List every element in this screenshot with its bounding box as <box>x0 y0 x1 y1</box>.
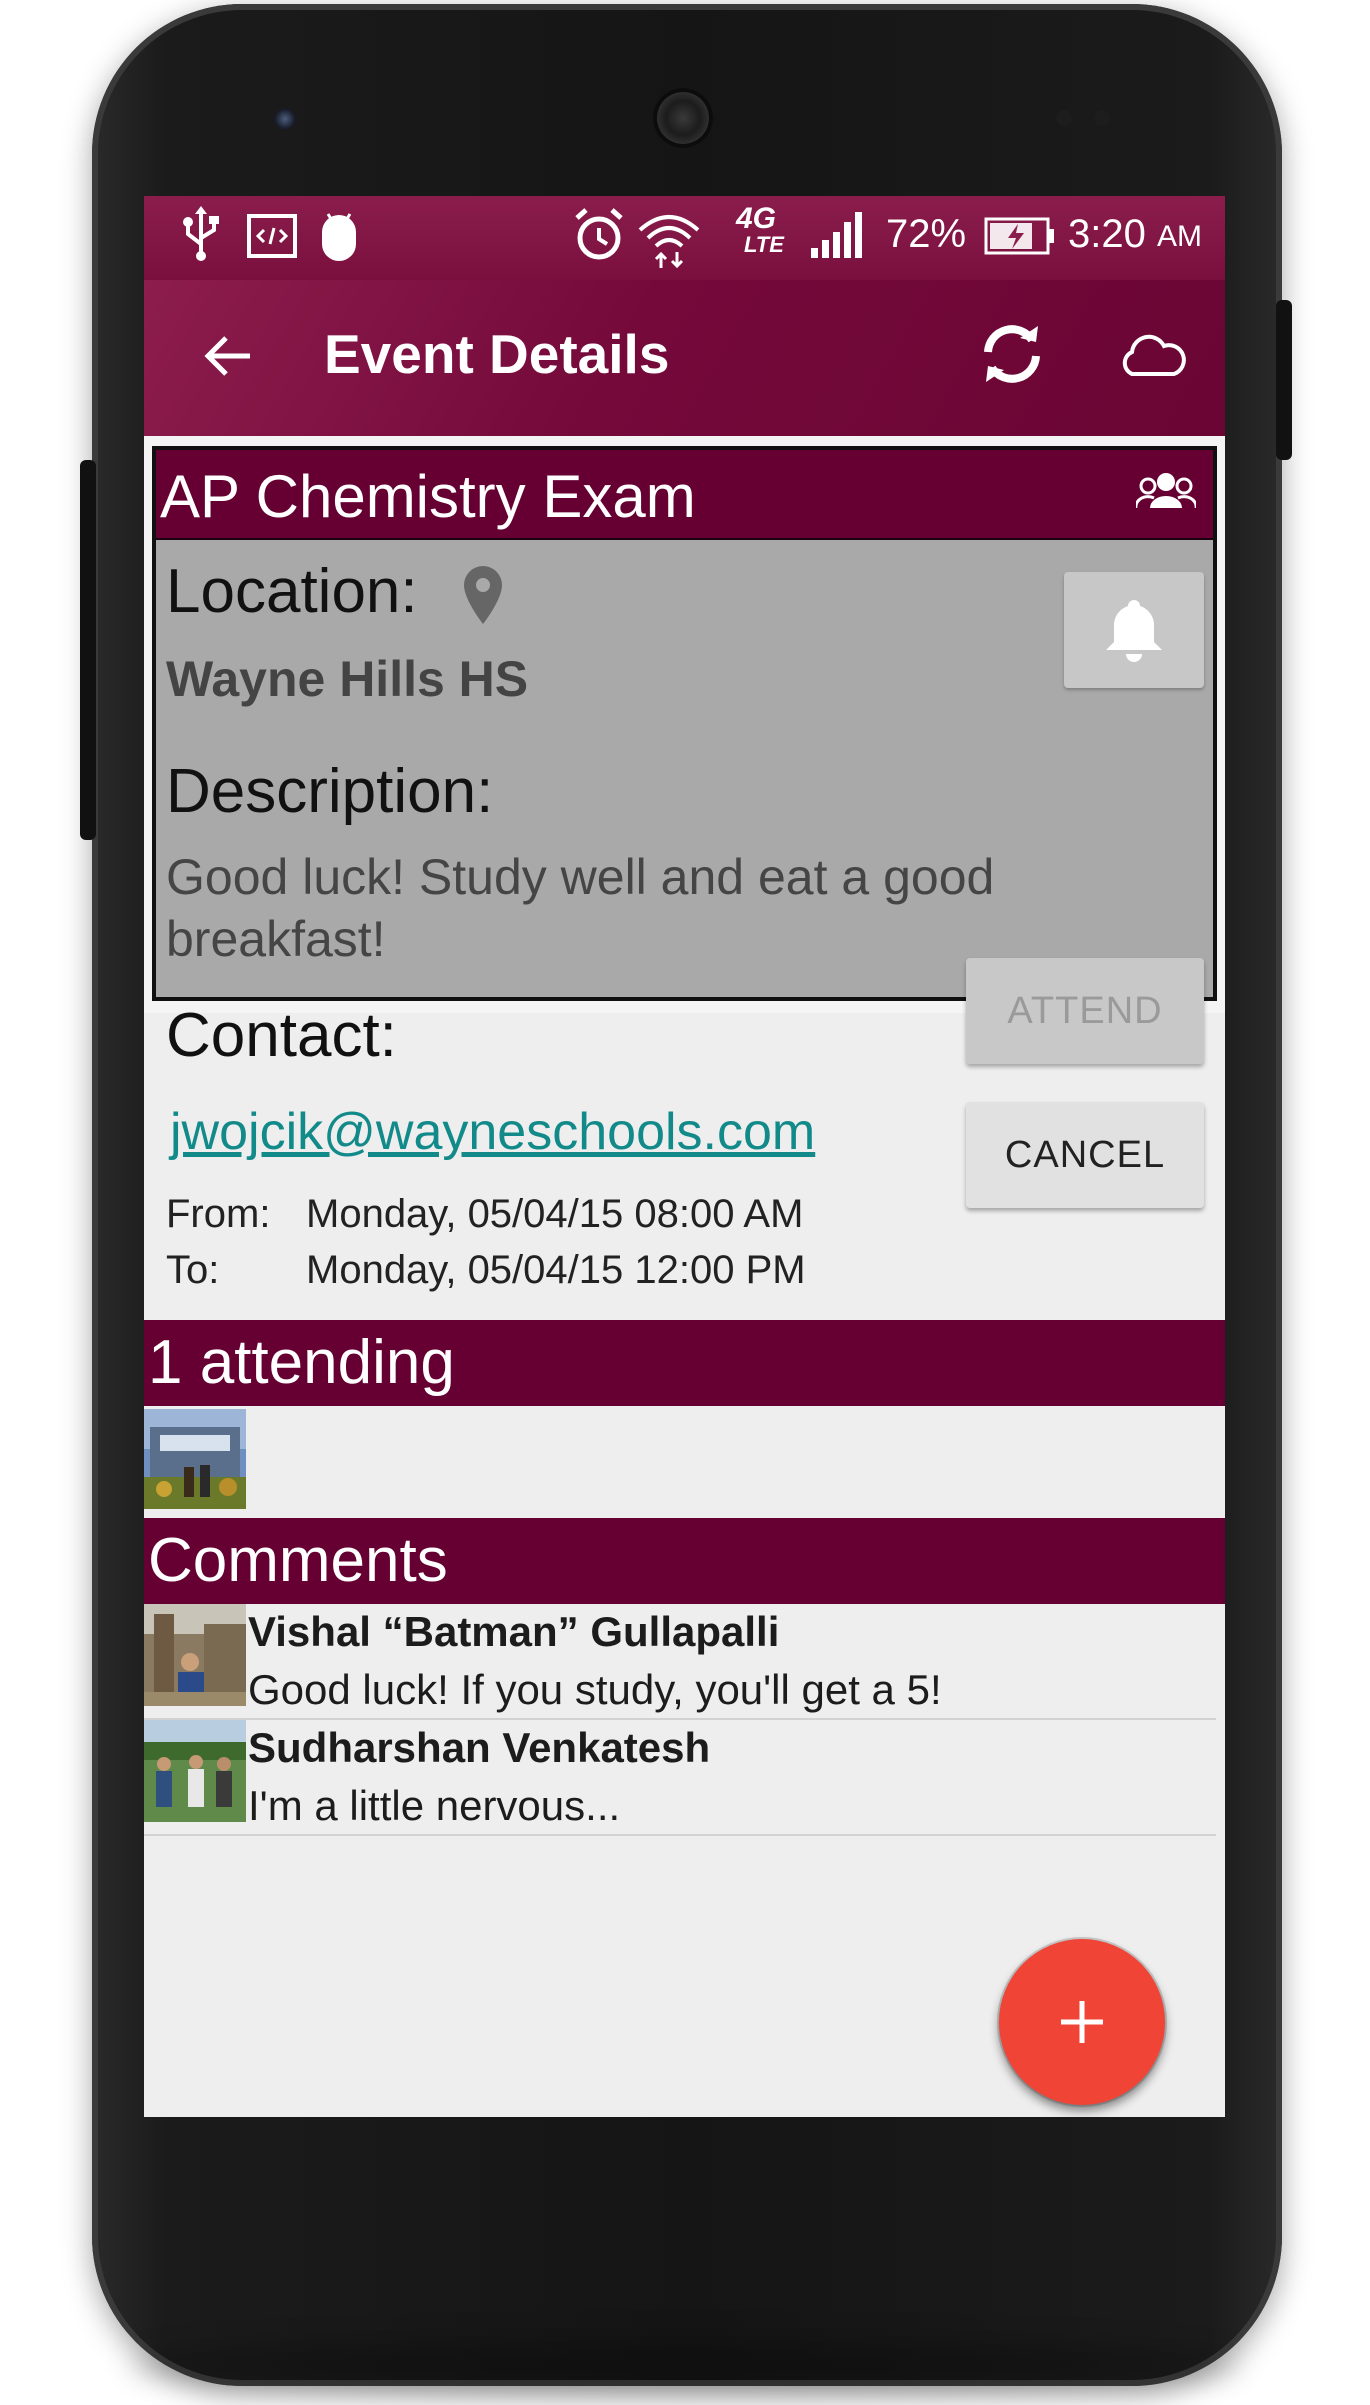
attend-button[interactable]: ATTEND <box>966 958 1204 1064</box>
battery-percent: 72% <box>886 212 967 256</box>
comment-text: I'm a little nervous... <box>248 1782 621 1829</box>
to-row: To: Monday, 05/04/15 12:00 PM <box>166 1248 806 1293</box>
event-title: AP Chemistry Exam <box>160 463 696 530</box>
attending-header: 1 attending <box>144 1320 1225 1406</box>
description-label: Description: <box>166 757 494 826</box>
clock-ampm: AM <box>1157 220 1202 253</box>
proximity-sensor <box>1056 110 1072 126</box>
comments-header: Comments <box>144 1518 1225 1604</box>
comment-item[interactable]: Sudharshan Venkatesh I'm a little nervou… <box>144 1720 1216 1836</box>
earpiece-speaker <box>653 88 713 148</box>
screen: 4G LTE 72% 3:20 AM Event Details AP Chem… <box>144 196 1225 2117</box>
alarm-icon <box>575 208 623 260</box>
battery-charging-icon <box>984 217 1054 255</box>
toolbar-title: Event Details <box>324 323 670 385</box>
plus-icon <box>1061 2001 1103 2043</box>
comment-item[interactable]: Vishal “Batman” Gullapalli Good luck! If… <box>144 1604 1216 1720</box>
event-card-header: AP Chemistry Exam <box>156 450 1213 540</box>
phone-side-button-right <box>1276 300 1292 460</box>
cloud-icon[interactable] <box>1114 328 1190 384</box>
from-label: From: <box>166 1192 271 1236</box>
clock: 3:20 <box>1068 212 1146 256</box>
wifi-icon <box>638 215 700 269</box>
event-card: AP Chemistry Exam Location: Wayne Hills … <box>152 446 1217 1292</box>
group-icon[interactable] <box>1136 470 1196 514</box>
attendee-avatar[interactable] <box>144 1409 246 1509</box>
comment-author-avatar <box>144 1720 246 1822</box>
bell-icon <box>1106 600 1162 662</box>
front-camera <box>274 108 296 130</box>
phone-side-button-left <box>80 460 96 840</box>
add-comment-fab[interactable] <box>999 1939 1165 2105</box>
network-type-label: 4G <box>736 202 777 235</box>
comment-author-avatar <box>144 1604 246 1706</box>
location-value: Wayne Hills HS <box>166 651 529 707</box>
from-row: From: Monday, 05/04/15 08:00 AM <box>166 1192 803 1237</box>
comment-text: Good luck! If you study, you'll get a 5! <box>248 1666 942 1713</box>
location-label: Location: <box>166 557 418 626</box>
light-sensor <box>1094 110 1110 126</box>
reminder-button[interactable] <box>1064 572 1204 688</box>
signal-strength-icon <box>811 212 862 258</box>
cancel-button[interactable]: CANCEL <box>966 1102 1204 1208</box>
to-label: To: <box>166 1248 220 1292</box>
network-subtype-label: LTE <box>744 232 784 257</box>
from-value: Monday, 05/04/15 08:00 AM <box>306 1192 804 1236</box>
status-bar: 4G LTE 72% 3:20 AM <box>144 196 1225 280</box>
map-pin-icon <box>464 566 502 624</box>
comment-author: Sudharshan Venkatesh <box>248 1724 711 1771</box>
phone-shadow <box>130 2340 1240 2390</box>
sync-icon[interactable] <box>974 316 1050 392</box>
comment-author: Vishal “Batman” Gullapalli <box>248 1608 780 1655</box>
developer-mode-icon <box>247 214 297 258</box>
contact-label: Contact: <box>166 1001 397 1070</box>
toolbar: Event Details <box>144 280 1225 436</box>
to-value: Monday, 05/04/15 12:00 PM <box>306 1248 806 1292</box>
usb-icon <box>183 206 219 261</box>
description-value: Good luck! Study well and eat a good bre… <box>166 849 995 967</box>
android-debug-icon <box>322 213 356 261</box>
back-arrow-icon[interactable] <box>198 326 258 386</box>
contact-email-link[interactable]: jwojcik@wayneschools.com <box>170 1102 815 1162</box>
